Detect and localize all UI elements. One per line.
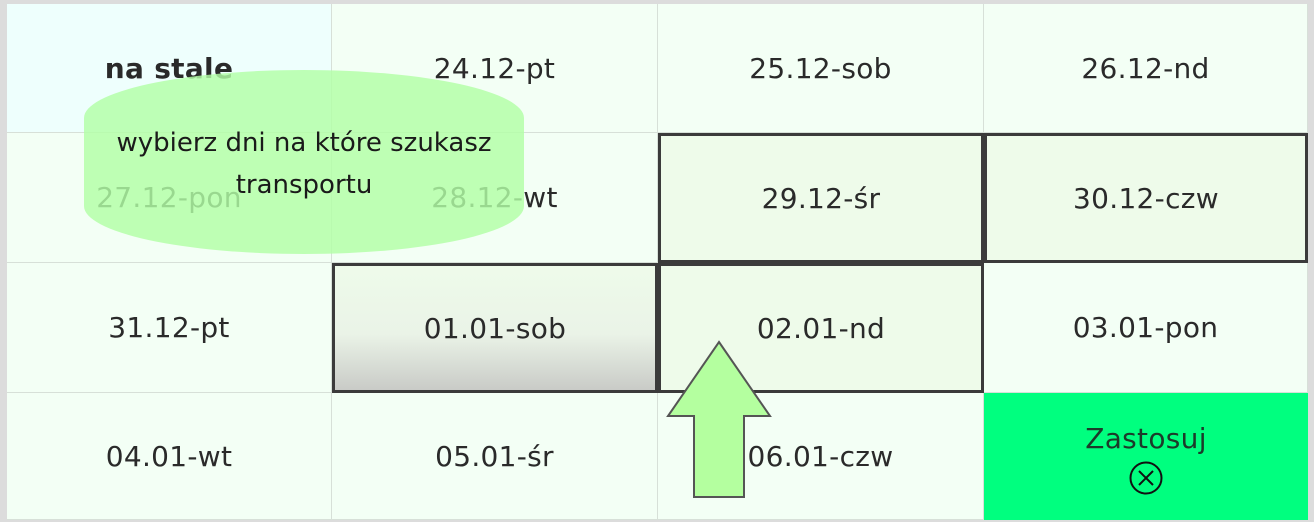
up-arrow-icon [666, 340, 772, 498]
apply-button-label: Zastosuj [1085, 422, 1207, 455]
tooltip-text: wybierz dni na które szukasz transportu [116, 128, 492, 200]
day-option-selected[interactable]: 01.01-sob [332, 263, 658, 393]
day-option-selected[interactable]: 29.12-śr [658, 133, 984, 263]
instruction-tooltip: wybierz dni na które szukasz transportu [84, 70, 524, 254]
apply-button[interactable]: Zastosuj [984, 393, 1308, 520]
day-option[interactable]: 25.12-sob [658, 4, 984, 133]
day-option[interactable]: 03.01-pon [984, 263, 1308, 393]
day-option[interactable]: 31.12-pt [7, 263, 332, 393]
close-circle-icon[interactable] [1129, 461, 1163, 495]
day-option[interactable]: 26.12-nd [984, 4, 1308, 133]
day-option-selected[interactable]: 30.12-czw [984, 133, 1308, 263]
day-option[interactable]: 05.01-śr [332, 393, 658, 520]
day-option[interactable]: 04.01-wt [7, 393, 332, 520]
